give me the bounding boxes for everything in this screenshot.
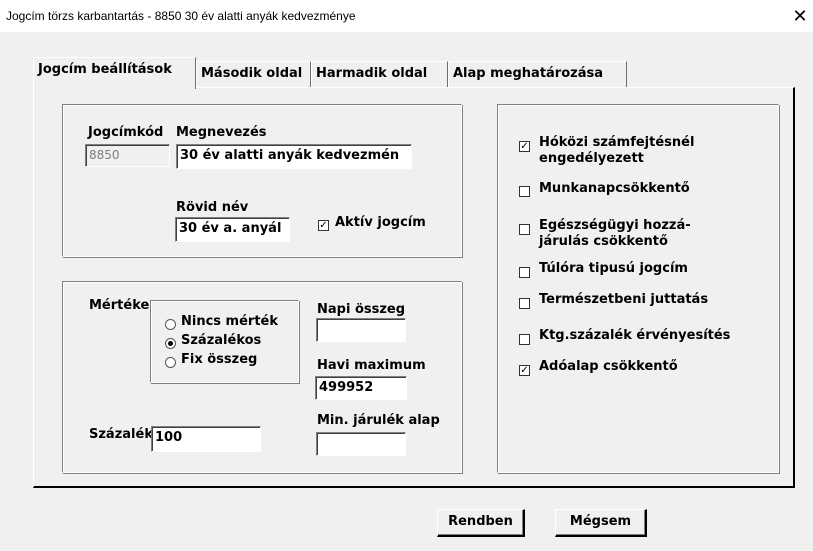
daily-amount-label: Napi összeg bbox=[317, 302, 406, 317]
radio-nincs-mertek[interactable] bbox=[165, 319, 176, 330]
flag-checkbox-hokozi[interactable]: ✓ bbox=[519, 141, 530, 152]
tab-label: Jogcím beállítások bbox=[38, 62, 172, 77]
flag-checkbox-egeszsegugyi[interactable] bbox=[519, 224, 530, 235]
flag-checkbox-tulora[interactable] bbox=[519, 267, 530, 278]
code-field: 8850 bbox=[85, 144, 170, 167]
percent-field[interactable]: 100 bbox=[151, 426, 261, 452]
flag-label[interactable]: Természetbeni juttatás bbox=[539, 292, 708, 307]
name-label: Megnevezés bbox=[176, 125, 267, 140]
min-base-label: Min. járulék alap bbox=[317, 413, 440, 428]
window-title: Jogcím törzs karbantartás - 8850 30 év a… bbox=[6, 9, 356, 23]
tab-label: Alap meghatározása bbox=[453, 66, 603, 81]
active-checkbox[interactable]: ✓ bbox=[318, 220, 329, 231]
flag-label-line2[interactable]: engedélyezett bbox=[539, 151, 644, 166]
title-bar: Jogcím törzs karbantartás - 8850 30 év a… bbox=[0, 0, 813, 32]
name-field[interactable]: 30 év alatti anyák kedvezmén bbox=[176, 144, 412, 169]
flag-checkbox-termeszetbeni[interactable] bbox=[519, 298, 530, 309]
radio-szazalekos[interactable] bbox=[165, 338, 176, 349]
tab-label: Második oldal bbox=[201, 66, 303, 81]
monthly-max-label: Havi maximum bbox=[317, 358, 426, 373]
tab-jogcim-beallitasok[interactable]: Jogcím beállítások bbox=[33, 57, 196, 89]
short-name-field[interactable]: 30 év a. anyál bbox=[175, 217, 290, 242]
flag-checkbox-ktg-szazalek[interactable] bbox=[519, 334, 530, 345]
active-label[interactable]: Aktív jogcím bbox=[335, 215, 426, 230]
flag-label[interactable]: Túlóra tipusú jogcím bbox=[539, 261, 688, 276]
tab-alap-meghatarozasa[interactable]: Alap meghatározása bbox=[448, 61, 627, 87]
short-name-label: Rövid név bbox=[176, 200, 249, 215]
measure-label: Mértéke bbox=[89, 298, 150, 313]
flag-label-line2[interactable]: járulás csökkentő bbox=[539, 234, 668, 249]
tab-harmadik-oldal[interactable]: Harmadik oldal bbox=[311, 61, 448, 87]
radio-fix-osszeg[interactable] bbox=[165, 357, 176, 368]
radio-label[interactable]: Fix összeg bbox=[181, 352, 257, 367]
flag-label[interactable]: Ktg.százalék érvényesítés bbox=[539, 328, 730, 343]
code-label: Jogcímkód bbox=[88, 125, 164, 140]
min-base-field[interactable] bbox=[316, 432, 406, 456]
flag-checkbox-adoalap[interactable]: ✓ bbox=[519, 365, 530, 376]
radio-label[interactable]: Nincs mérték bbox=[181, 314, 278, 329]
daily-amount-field[interactable] bbox=[316, 318, 406, 342]
cancel-button[interactable]: Mégsem bbox=[555, 509, 647, 537]
flag-label-line1[interactable]: Egészségügyi hozzá- bbox=[539, 218, 691, 233]
percent-label: Százalék bbox=[89, 427, 153, 442]
flag-checkbox-munkanap[interactable] bbox=[519, 186, 530, 197]
tab-label: Harmadik oldal bbox=[316, 66, 428, 81]
tab-masodik-oldal[interactable]: Második oldal bbox=[196, 61, 311, 87]
monthly-max-field[interactable]: 499952 bbox=[315, 376, 407, 400]
close-icon[interactable]: ✕ bbox=[787, 4, 813, 30]
flag-label[interactable]: Adóalap csökkentő bbox=[539, 359, 678, 374]
ok-button[interactable]: Rendben bbox=[437, 509, 525, 537]
flag-label[interactable]: Munkanapcsökkentő bbox=[539, 181, 690, 196]
radio-label[interactable]: Százalékos bbox=[181, 333, 261, 348]
flag-label-line1[interactable]: Hóközi számfejtésnél bbox=[539, 135, 694, 150]
